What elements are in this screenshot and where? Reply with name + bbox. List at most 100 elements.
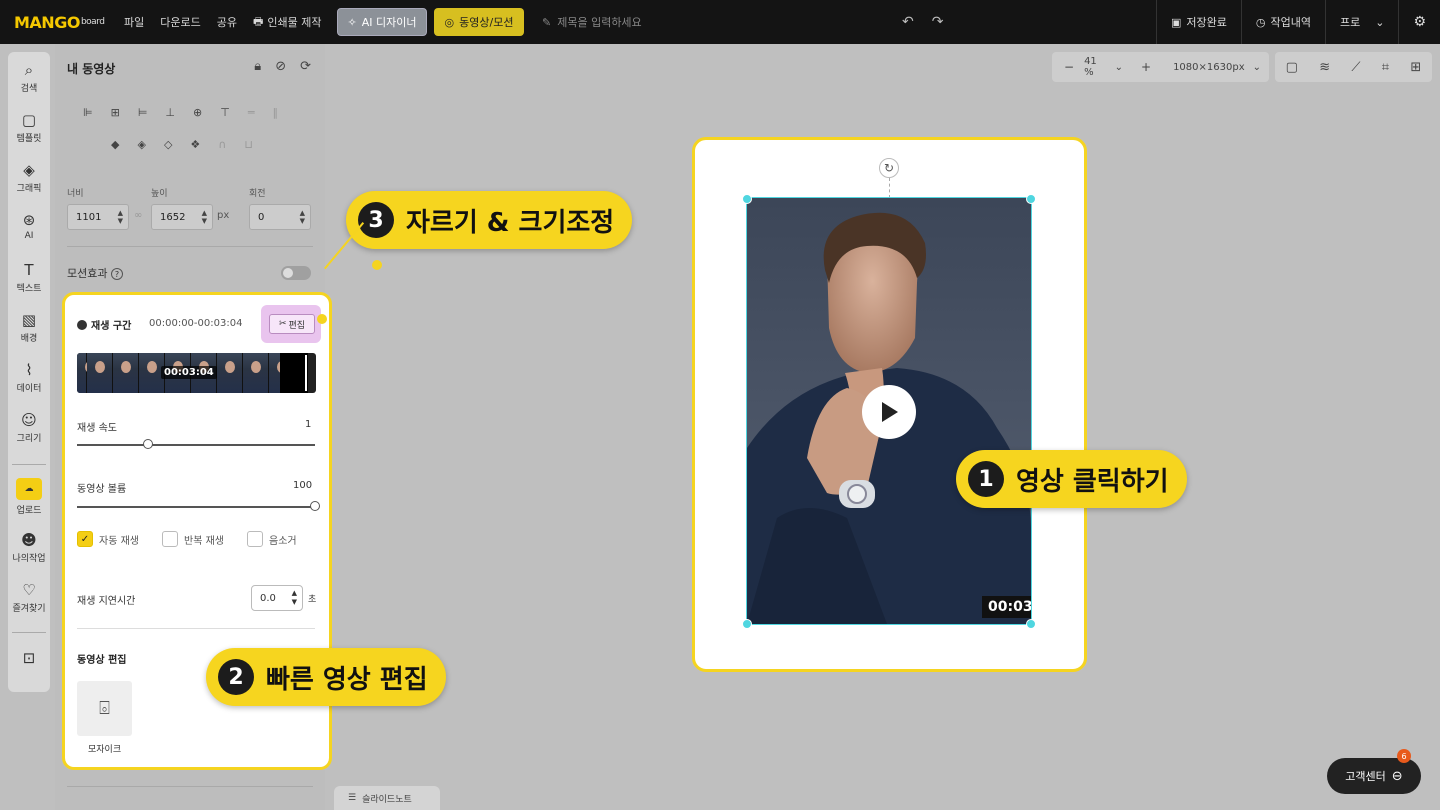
resize-handle-br[interactable] — [1026, 619, 1036, 629]
stepper-icon[interactable]: ▲ ▼ — [118, 209, 123, 225]
menu-print[interactable]: 🖶 인쇄물 제작 — [253, 13, 322, 32]
strip-time: 00:03:04 — [161, 366, 217, 379]
strip-handle-left[interactable] — [77, 353, 95, 393]
record-icon — [77, 319, 87, 330]
slide-note-tab[interactable]: ☰ 슬라이드노트 — [334, 786, 440, 810]
link-off-icon[interactable]: ⊘ — [275, 59, 286, 74]
speed-slider[interactable] — [77, 439, 315, 449]
zoom-value[interactable]: 41 % — [1084, 56, 1107, 78]
motion-toggle[interactable] — [281, 266, 311, 280]
title-input[interactable]: ✎ 제목을 입력하세요 — [542, 0, 642, 44]
layers-icon[interactable]: ≋ — [1319, 60, 1330, 75]
notes-icon: ☰ — [348, 793, 357, 803]
grid-icon[interactable]: ⊞ — [1410, 60, 1421, 75]
ai-designer-button[interactable]: ✧ AI 디자이너 — [337, 8, 427, 36]
autoplay-label: 자동 재생 — [99, 535, 139, 547]
mute-checkbox[interactable]: 음소거 — [247, 531, 297, 547]
menu-download[interactable]: 다운로드 — [160, 14, 200, 30]
align-right-icon[interactable]: ⊨ — [138, 106, 148, 119]
nav-upload[interactable]: ☁ 업로드 — [8, 478, 50, 516]
nav-bot[interactable]: ⊡ — [8, 650, 50, 666]
check-icon: ✓ — [77, 531, 93, 547]
strip-handle-right[interactable] — [305, 355, 307, 391]
trim-edit-button[interactable]: ✂ 편집 — [269, 314, 315, 334]
autoplay-checkbox[interactable]: ✓ 자동 재생 — [77, 531, 139, 547]
distribute-v-icon[interactable]: ‖ — [272, 106, 278, 119]
ungroup-icon[interactable]: ⊔ — [244, 138, 253, 151]
play-range-value: 00:00:00-00:03:04 — [149, 318, 243, 329]
callout-connector — [324, 222, 365, 270]
mute-label: 음소거 — [269, 535, 297, 547]
redo-icon[interactable]: ↷ — [932, 14, 944, 30]
send-backward-icon[interactable]: ◇ — [164, 138, 172, 151]
align-left-icon[interactable]: ⊫ — [83, 106, 93, 119]
zoom-in-icon[interactable]: + — [1131, 60, 1161, 74]
stepper-icon[interactable]: ▲ ▼ — [300, 209, 305, 225]
save-status-button[interactable]: ▣ 저장완료 — [1155, 0, 1241, 44]
nav-text[interactable]: T 텍스트 — [8, 262, 50, 294]
nav-favorite[interactable]: ♡ 즐겨찾기 — [8, 582, 50, 614]
strip-thumb — [217, 353, 243, 393]
volume-slider-knob[interactable] — [310, 501, 320, 511]
video-motion-button[interactable]: ◎ 동영상/모션 — [434, 8, 524, 36]
canvas-size[interactable]: 1080×1630px — [1161, 62, 1245, 73]
ratio-link-icon[interactable]: ∞ — [134, 210, 142, 221]
undo-icon[interactable]: ↶ — [902, 14, 914, 30]
lock-icon[interactable]: 🔒︎ — [254, 59, 261, 74]
nav-template[interactable]: ▢ 템플릿 — [8, 112, 50, 144]
nav-data[interactable]: ⌇ 데이터 — [8, 362, 50, 394]
stepper-icon[interactable]: ▲ ▼ — [292, 589, 297, 607]
bring-forward-icon[interactable]: ◈ — [137, 138, 145, 151]
rotate-input[interactable]: 0 ▲ ▼ — [249, 204, 311, 230]
zoom-out-icon[interactable]: − — [1052, 60, 1084, 74]
nav-search[interactable]: ⌕ 검색 — [8, 62, 50, 94]
bring-front-icon[interactable]: ◆ — [111, 138, 119, 151]
distribute-h-icon[interactable]: ═ — [248, 106, 255, 119]
delay-input[interactable]: 0.0 ▲ ▼ — [251, 585, 303, 611]
align-middle-icon[interactable]: ⊕ — [193, 106, 202, 119]
nav-my-work[interactable]: ☻ 나의작업 — [8, 532, 50, 564]
ai-icon: ⊛ — [22, 211, 36, 229]
send-back-icon[interactable]: ❖ — [190, 138, 200, 151]
speed-slider-knob[interactable] — [143, 439, 154, 449]
rotate-handle-icon[interactable]: ↻ — [879, 158, 899, 178]
height-label: 높이 — [151, 189, 168, 199]
width-label: 너비 — [67, 189, 84, 199]
width-input[interactable]: 1101 ▲ ▼ — [67, 204, 129, 230]
resize-handle-bl[interactable] — [742, 619, 752, 629]
history-button[interactable]: ◷ 작업내역 — [1240, 0, 1325, 44]
align-bottom-icon[interactable]: ⊥ — [165, 106, 175, 119]
volume-slider[interactable] — [77, 501, 320, 511]
height-input[interactable]: 1652 ▲ ▼ — [151, 204, 213, 230]
volume-value: 100 — [293, 480, 313, 491]
plan-button[interactable]: 프로 ⌄ — [1324, 0, 1398, 44]
resize-handle-tl[interactable] — [742, 194, 752, 204]
mosaic-button[interactable]: ⌻ — [77, 681, 132, 736]
nav-draw[interactable]: ☺ 그리기 — [8, 412, 50, 444]
settings-button[interactable]: ⚙ — [1398, 0, 1440, 44]
ruler-icon[interactable]: ⟋ — [1351, 60, 1360, 75]
replace-icon[interactable]: ⟳ — [300, 59, 311, 74]
callout-2-number: 2 — [218, 659, 254, 695]
stepper-icon[interactable]: ▲ ▼ — [202, 209, 207, 225]
loop-checkbox[interactable]: 반복 재생 — [162, 531, 224, 547]
align-top-icon[interactable]: ⊤ — [220, 106, 230, 119]
logo[interactable]: MANGO board — [14, 0, 105, 44]
resize-handle-tr[interactable] — [1026, 194, 1036, 204]
support-button[interactable]: 고객센터 ⊖ — [1327, 758, 1421, 794]
chevron-down-icon[interactable]: ⌄ — [1107, 62, 1131, 73]
crop-icon[interactable]: ⌗ — [1382, 60, 1389, 75]
menu-file[interactable]: 파일 — [124, 14, 144, 30]
menu-share[interactable]: 공유 — [217, 14, 237, 30]
nav-graphic[interactable]: ◈ 그래픽 — [8, 162, 50, 194]
play-button[interactable] — [862, 385, 916, 439]
video-motion-label: 동영상/모션 — [459, 16, 514, 29]
nav-ai[interactable]: ⊛ AI — [8, 212, 50, 241]
align-center-icon[interactable]: ⊞ — [111, 106, 120, 119]
chevron-down-icon[interactable]: ⌄ — [1245, 62, 1269, 73]
nav-background[interactable]: ▧ 배경 — [8, 312, 50, 344]
help-icon[interactable]: ? — [110, 268, 123, 280]
my-work-icon: ☻ — [21, 531, 37, 549]
sticker-icon[interactable]: ▢ — [1286, 60, 1298, 75]
group-icon[interactable]: ∩ — [218, 138, 226, 151]
